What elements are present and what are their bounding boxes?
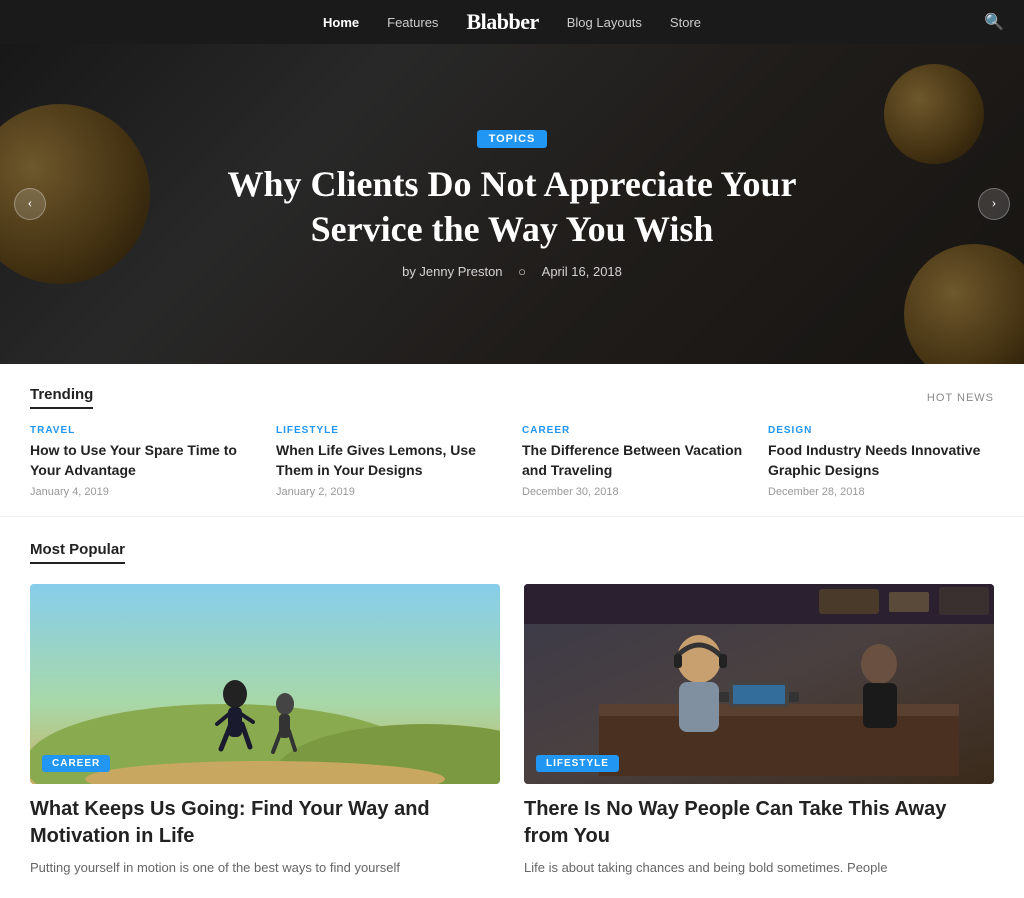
trending-section: Trending HOT NEWS TRAVEL How to Use Your…	[0, 364, 1024, 517]
trending-date-2: January 2, 2019	[276, 486, 502, 498]
hero-date: April 16, 2018	[542, 264, 622, 279]
hero-author: by Jenny Preston	[402, 264, 502, 279]
site-logo[interactable]: Blabber	[466, 9, 538, 35]
popular-card-2-title: There Is No Way People Can Take This Awa…	[524, 796, 994, 850]
popular-card-1-excerpt: Putting yourself in motion is one of the…	[30, 858, 500, 878]
popular-card-2-image: LIFESTYLE	[524, 584, 994, 784]
trending-date-4: December 28, 2018	[768, 486, 994, 498]
popular-card-1[interactable]: CAREER What Keeps Us Going: Find Your Wa…	[30, 584, 500, 878]
running-image	[30, 584, 500, 784]
trending-category-3: CAREER	[522, 425, 748, 436]
hero-content: TOPICS Why Clients Do Not Appreciate You…	[0, 44, 1024, 364]
popular-card-1-badge: CAREER	[42, 755, 110, 772]
trending-grid: TRAVEL How to Use Your Spare Time to You…	[30, 425, 994, 498]
hero-next-button[interactable]: ›	[978, 188, 1010, 220]
trending-title-1[interactable]: How to Use Your Spare Time to Your Advan…	[30, 441, 256, 480]
navigation: Home Features Blabber Blog Layouts Store…	[0, 0, 1024, 44]
popular-card-1-title: What Keeps Us Going: Find Your Way and M…	[30, 796, 500, 850]
trending-category-4: DESIGN	[768, 425, 994, 436]
trending-title-2[interactable]: When Life Gives Lemons, Use Them in Your…	[276, 441, 502, 480]
popular-section: Most Popular	[0, 517, 1024, 898]
trending-header: Trending HOT NEWS	[30, 386, 994, 409]
hero-meta-dot: ○	[518, 264, 526, 279]
main-content: Trending HOT NEWS TRAVEL How to Use Your…	[0, 364, 1024, 898]
trending-title-3[interactable]: The Difference Between Vacation and Trav…	[522, 441, 748, 480]
hero-prev-button[interactable]: ‹	[14, 188, 46, 220]
popular-title: Most Popular	[30, 541, 125, 564]
hot-news-label: HOT NEWS	[927, 392, 994, 404]
popular-card-2-badge: LIFESTYLE	[536, 755, 619, 772]
nav-links: Home Features Blabber Blog Layouts Store	[323, 9, 701, 35]
hero-banner: TOPICS Why Clients Do Not Appreciate You…	[0, 44, 1024, 364]
popular-grid: CAREER What Keeps Us Going: Find Your Wa…	[30, 584, 994, 878]
next-icon: ›	[992, 196, 997, 212]
trending-item-4: DESIGN Food Industry Needs Innovative Gr…	[768, 425, 994, 498]
search-icon[interactable]: 🔍	[984, 12, 1004, 32]
trending-item-3: CAREER The Difference Between Vacation a…	[522, 425, 748, 498]
nav-blog-layouts[interactable]: Blog Layouts	[567, 15, 642, 30]
trending-item-2: LIFESTYLE When Life Gives Lemons, Use Th…	[276, 425, 502, 498]
nav-home[interactable]: Home	[323, 15, 359, 30]
hero-meta: by Jenny Preston ○ April 16, 2018	[396, 264, 628, 279]
trending-title: Trending	[30, 386, 93, 409]
trending-category-1: TRAVEL	[30, 425, 256, 436]
trending-date-3: December 30, 2018	[522, 486, 748, 498]
prev-icon: ‹	[28, 196, 33, 212]
trending-title-4[interactable]: Food Industry Needs Innovative Graphic D…	[768, 441, 994, 480]
popular-card-1-image: CAREER	[30, 584, 500, 784]
hero-badge: TOPICS	[477, 130, 548, 148]
popular-card-2-excerpt: Life is about taking chances and being b…	[524, 858, 994, 878]
nav-store[interactable]: Store	[670, 15, 701, 30]
nav-features[interactable]: Features	[387, 15, 438, 30]
trending-category-2: LIFESTYLE	[276, 425, 502, 436]
trending-date-1: January 4, 2019	[30, 486, 256, 498]
studio-image	[524, 584, 994, 784]
popular-card-2[interactable]: LIFESTYLE There Is No Way People Can Tak…	[524, 584, 994, 878]
hero-title: Why Clients Do Not Appreciate Your Servi…	[212, 162, 812, 252]
trending-item-1: TRAVEL How to Use Your Spare Time to You…	[30, 425, 256, 498]
